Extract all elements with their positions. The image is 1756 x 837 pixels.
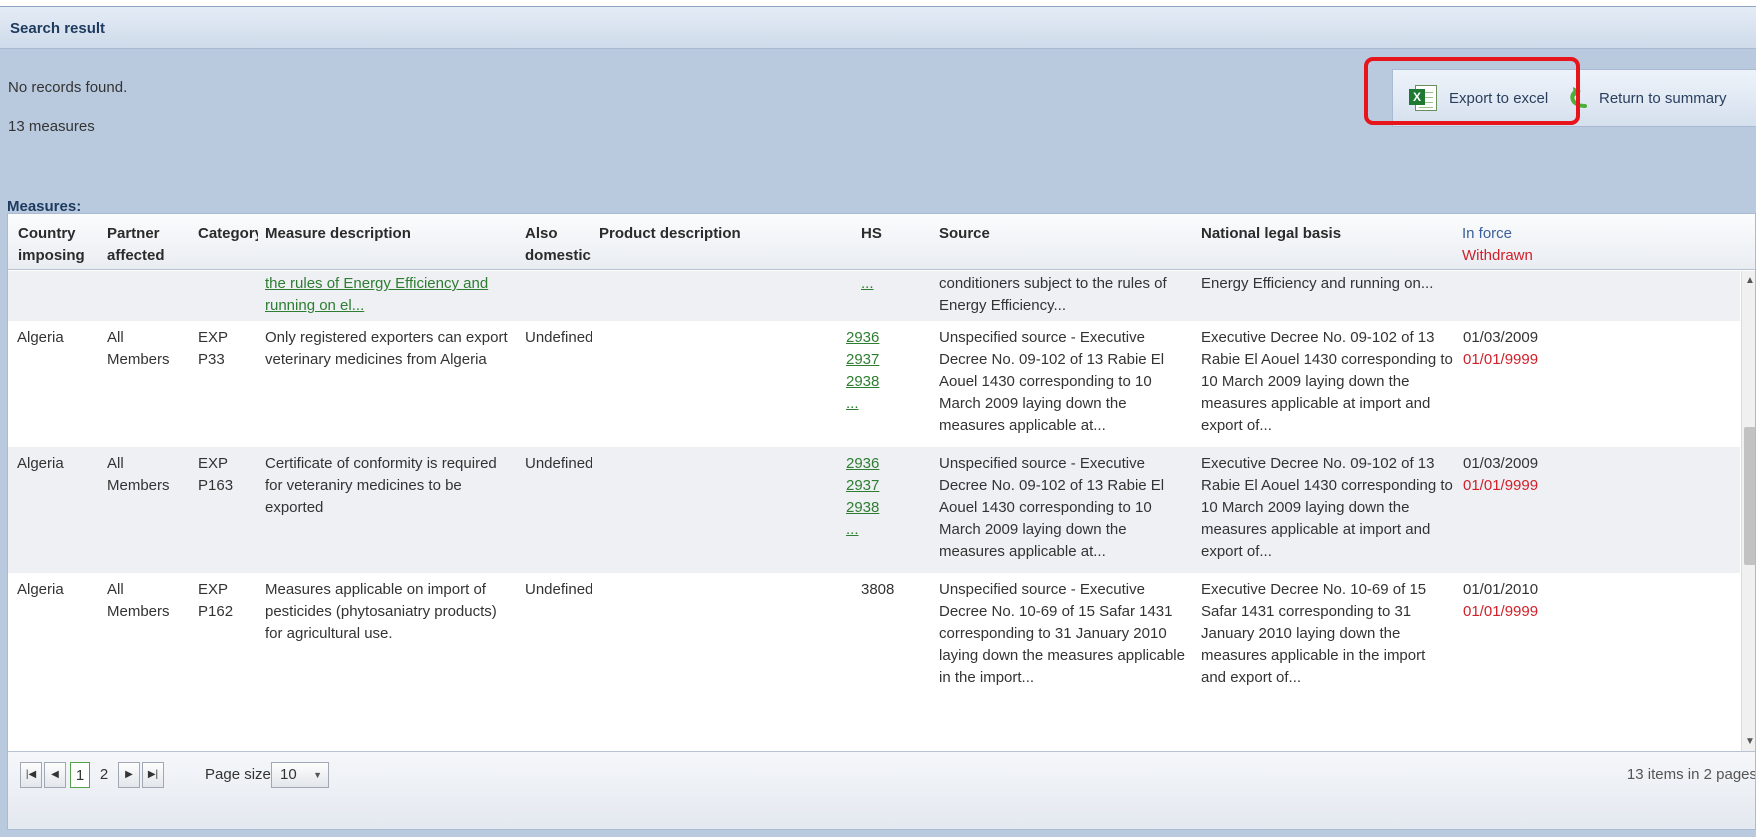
- source-cell: Unspecified source - Executive Decree No.…: [939, 581, 1185, 686]
- export-to-excel-button[interactable]: X Export to excel: [1399, 70, 1559, 126]
- col-partner[interactable]: Partner affected: [107, 223, 165, 267]
- partner-cell: All Members: [107, 329, 170, 368]
- partner-cell: All Members: [107, 581, 170, 620]
- pager: |◀ ◀ 1 2 ▶ ▶| Page size: 10 ▼ 13 items i…: [8, 751, 1756, 829]
- search-result-panel: Search result No records found. 13 measu…: [0, 6, 1756, 837]
- first-page-icon[interactable]: |◀: [20, 762, 42, 788]
- prev-page-icon[interactable]: ◀: [44, 762, 66, 788]
- items-info-text: 13 items in 2 pages: [1626, 766, 1756, 783]
- table-row[interactable]: Algeria All Members EXP P163 Certificate o…: [8, 447, 1740, 573]
- col-category[interactable]: Category: [198, 223, 258, 245]
- return-icon: [1567, 84, 1589, 112]
- vertical-scrollbar[interactable]: ▲ ▼: [1741, 271, 1755, 751]
- col-national-legal-basis[interactable]: National legal basis: [1201, 223, 1341, 245]
- legal-basis-text: Energy Efficiency and running on...: [1201, 275, 1434, 292]
- col-country[interactable]: Country imposing: [18, 223, 85, 267]
- measure-description-cell: Certificate of conformity is required for…: [265, 455, 497, 516]
- return-to-summary-button[interactable]: Return to summary: [1567, 70, 1756, 126]
- last-page-icon[interactable]: ▶|: [142, 762, 164, 788]
- scroll-up-icon[interactable]: ▲: [1745, 275, 1755, 286]
- source-cell: Unspecified source - Executive Decree No.…: [939, 329, 1165, 434]
- in-force-header: In force: [1462, 225, 1513, 242]
- category-cell: EXP P33: [198, 329, 229, 368]
- hs-cell[interactable]: 2936 2937 2938...: [846, 327, 879, 415]
- country-cell: Algeria: [17, 581, 64, 598]
- source-cell: Unspecified source - Executive Decree No.…: [939, 455, 1165, 560]
- toolbar: X Export to excel Return to summary: [1392, 69, 1756, 127]
- col-also-domestic[interactable]: Also domestic: [525, 223, 591, 267]
- table-row: the rules of Energy Efficiency and runnin…: [8, 271, 1740, 321]
- legal-basis-cell: Executive Decree No. 10-69 of 15 Safar 14…: [1201, 581, 1427, 686]
- hs-cell: 3808: [861, 581, 895, 598]
- country-cell: Algeria: [17, 329, 64, 346]
- status-dates-cell: 01/03/2009 01/01/9999: [1463, 455, 1539, 494]
- return-label: Return to summary: [1599, 89, 1727, 107]
- hs-more-link[interactable]: ...: [861, 273, 874, 295]
- also-domestic-cell: Undefined: [525, 581, 592, 598]
- measure-description-cell: Only registered exporters can export vete…: [265, 329, 508, 368]
- panel-title: Search result: [0, 7, 1756, 49]
- withdrawn-header: Withdrawn: [1462, 247, 1533, 264]
- scroll-down-icon[interactable]: ▼: [1745, 736, 1755, 747]
- grid-header: Country imposing Partner affected Category…: [8, 214, 1755, 270]
- col-status[interactable]: In force Withdrawn: [1462, 223, 1533, 267]
- page-1-link[interactable]: 1: [70, 762, 90, 788]
- col-source[interactable]: Source: [939, 223, 990, 245]
- measure-description-cell: Measures applicable on import of pesticid…: [265, 581, 497, 642]
- table-row[interactable]: Algeria All Members EXP P33 Only registere…: [8, 321, 1740, 447]
- legal-basis-cell: Executive Decree No. 09-102 of 13 Rabie E…: [1201, 455, 1453, 560]
- partner-cell: All Members: [107, 455, 170, 494]
- also-domestic-cell: Undefined: [525, 455, 592, 472]
- also-domestic-cell: Undefined: [525, 329, 592, 346]
- category-cell: EXP P163: [198, 455, 234, 494]
- page-size-select[interactable]: 10 ▼: [271, 762, 329, 788]
- status-dates-cell: 01/03/2009 01/01/9999: [1463, 329, 1539, 368]
- hs-cell[interactable]: 2936 2937 2938...: [846, 453, 879, 541]
- chevron-down-icon: ▼: [313, 770, 322, 780]
- col-measure-description[interactable]: Measure description: [265, 223, 411, 245]
- legal-basis-cell: Executive Decree No. 09-102 of 13 Rabie E…: [1201, 329, 1453, 434]
- col-product-description[interactable]: Product description: [599, 223, 741, 245]
- page-size-label: Page size:: [205, 766, 276, 783]
- category-cell: EXP P162: [198, 581, 234, 620]
- table-row[interactable]: Algeria All Members EXP P162 Measures appl…: [8, 573, 1740, 751]
- status-dates-cell: 01/01/2010 01/01/9999: [1463, 581, 1539, 620]
- excel-icon: X: [1409, 83, 1439, 113]
- measures-grid: Country imposing Partner affected Category…: [7, 213, 1756, 830]
- source-text: conditioners subject to the rules of Ener…: [939, 275, 1167, 314]
- grid-rows: the rules of Energy Efficiency and runnin…: [8, 271, 1740, 751]
- no-records-text: No records found.: [8, 79, 128, 96]
- country-cell: Algeria: [17, 455, 64, 472]
- col-hs[interactable]: HS: [861, 223, 882, 245]
- export-label: Export to excel: [1449, 89, 1549, 107]
- scroll-thumb[interactable]: [1744, 427, 1755, 565]
- next-page-icon[interactable]: ▶: [118, 762, 140, 788]
- measures-count-text: 13 measures: [8, 118, 95, 135]
- measure-link[interactable]: the rules of Energy Efficiency and runnin…: [265, 273, 488, 317]
- page-2-link[interactable]: 2: [94, 762, 114, 788]
